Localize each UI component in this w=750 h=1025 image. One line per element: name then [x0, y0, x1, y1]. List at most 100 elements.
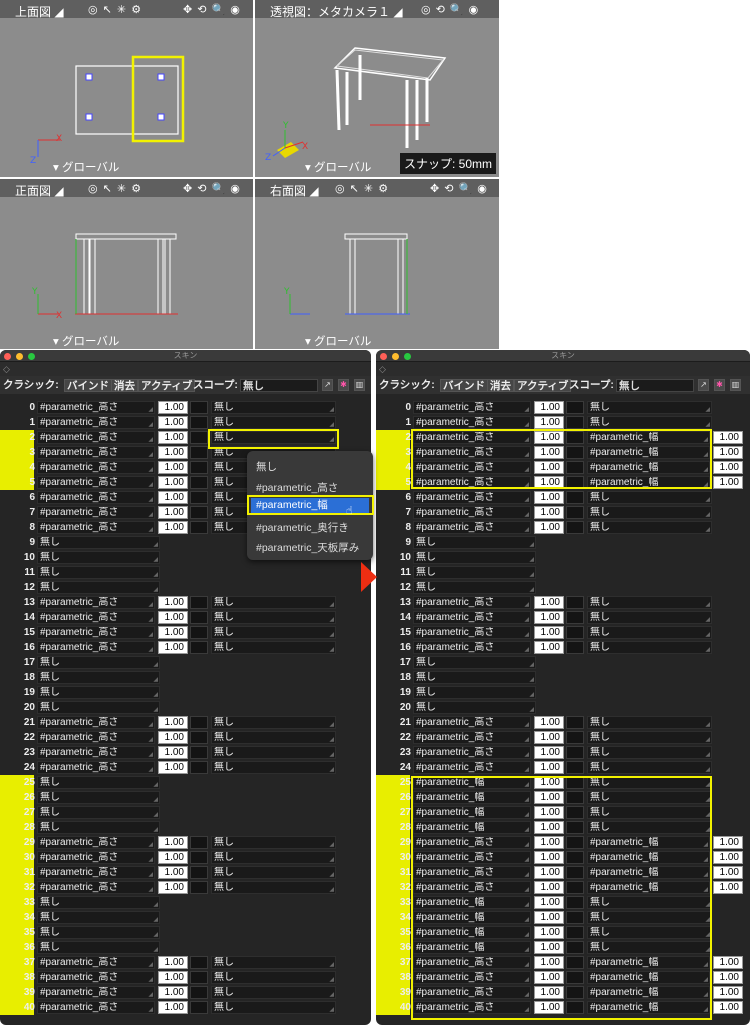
primary-bind-field[interactable]: #parametric_高さ ◢ [37, 971, 155, 984]
dropdown-item[interactable]: #parametric_高さ [256, 480, 338, 495]
secondary-weight-field[interactable]: 1.00 [713, 866, 743, 879]
weight-slider[interactable] [190, 506, 208, 519]
secondary-bind-field[interactable]: 無し ◢ [211, 866, 336, 879]
secondary-bind-field[interactable]: 無し ◢ [587, 596, 712, 609]
secondary-bind-field[interactable]: 無し ◢ [211, 716, 336, 729]
global-selector[interactable]: ▾ グローバル [53, 159, 119, 175]
secondary-bind-field[interactable]: 無し ◢ [211, 746, 336, 759]
secondary-weight-field[interactable]: 1.00 [713, 431, 743, 444]
weight-slider[interactable] [190, 866, 208, 879]
primary-bind-field[interactable]: 無し ◢ [37, 776, 160, 789]
secondary-weight-field[interactable]: 1.00 [713, 476, 743, 489]
primary-bind-field[interactable]: #parametric_高さ ◢ [37, 611, 155, 624]
primary-bind-field[interactable]: 無し ◢ [37, 806, 160, 819]
primary-bind-field[interactable]: #parametric_高さ ◢ [413, 746, 531, 759]
primary-weight-field[interactable]: 1.00 [534, 416, 564, 429]
secondary-bind-field[interactable]: 無し ◢ [211, 611, 336, 624]
primary-bind-field[interactable]: #parametric_高さ ◢ [37, 446, 155, 459]
weight-slider[interactable] [190, 416, 208, 429]
weight-slider[interactable] [190, 401, 208, 414]
primary-weight-field[interactable]: 1.00 [158, 746, 188, 759]
primary-weight-field[interactable]: 1.00 [158, 761, 188, 774]
secondary-weight-field[interactable]: 1.00 [713, 461, 743, 474]
scope-select[interactable]: 無し [616, 379, 694, 392]
secondary-bind-field[interactable]: 無し ◢ [211, 851, 336, 864]
weight-slider[interactable] [190, 476, 208, 489]
primary-bind-field[interactable]: 無し ◢ [37, 791, 160, 804]
secondary-bind-field[interactable]: 無し ◢ [587, 521, 712, 534]
primary-weight-field[interactable]: 1.00 [158, 431, 188, 444]
zoom-button[interactable] [404, 353, 411, 360]
primary-weight-field[interactable]: 1.00 [534, 506, 564, 519]
weight-slider[interactable] [190, 716, 208, 729]
weight-slider[interactable] [566, 641, 584, 654]
primary-weight-field[interactable]: 1.00 [534, 746, 564, 759]
global-selector[interactable]: ▾ グローバル [305, 333, 371, 349]
active-button[interactable]: アクティブ [138, 379, 196, 392]
primary-weight-field[interactable]: 1.00 [534, 716, 564, 729]
close-button[interactable] [380, 353, 387, 360]
weight-slider[interactable] [190, 986, 208, 999]
primary-bind-field[interactable]: #parametric_高さ ◢ [37, 956, 155, 969]
weight-slider[interactable] [566, 716, 584, 729]
sparkle-icon[interactable]: ✱ [338, 379, 349, 391]
primary-weight-field[interactable]: 1.00 [158, 866, 188, 879]
primary-bind-field[interactable]: #parametric_高さ ◢ [413, 731, 531, 744]
primary-weight-field[interactable]: 1.00 [534, 401, 564, 414]
primary-bind-field[interactable]: 無し ◢ [37, 941, 160, 954]
secondary-weight-field[interactable]: 1.00 [713, 986, 743, 999]
weight-slider[interactable] [566, 521, 584, 534]
trash-icon[interactable]: ▥ [354, 379, 365, 391]
weight-slider[interactable] [566, 506, 584, 519]
weight-slider[interactable] [190, 491, 208, 504]
secondary-bind-field[interactable]: 無し ◢ [211, 881, 336, 894]
primary-bind-field[interactable]: #parametric_高さ ◢ [413, 506, 531, 519]
primary-bind-field[interactable]: #parametric_高さ ◢ [37, 761, 155, 774]
secondary-weight-field[interactable]: 1.00 [713, 446, 743, 459]
primary-bind-field[interactable]: #parametric_高さ ◢ [37, 746, 155, 759]
weight-slider[interactable] [566, 731, 584, 744]
weight-slider[interactable] [190, 851, 208, 864]
minimize-button[interactable] [392, 353, 399, 360]
dropdown-item[interactable]: 無し [256, 459, 277, 474]
primary-bind-field[interactable]: 無し ◢ [413, 536, 536, 549]
primary-weight-field[interactable]: 1.00 [158, 731, 188, 744]
primary-bind-field[interactable]: #parametric_高さ ◢ [37, 881, 155, 894]
primary-bind-field[interactable]: #parametric_高さ ◢ [37, 521, 155, 534]
secondary-bind-field[interactable]: 無し ◢ [587, 716, 712, 729]
primary-weight-field[interactable]: 1.00 [158, 851, 188, 864]
panel-options-icon[interactable]: ◇ [0, 362, 371, 376]
viewport-perspective[interactable]: 透視図：メタカメラ１ ◢ ◎ ⟲ 🔍 ◉ Y X Z ▾ グローバル スナップ:… [255, 0, 499, 177]
primary-bind-field[interactable]: 無し ◢ [413, 656, 536, 669]
bind-button[interactable]: バインド [440, 379, 488, 392]
primary-weight-field[interactable]: 1.00 [158, 971, 188, 984]
primary-weight-field[interactable]: 1.00 [158, 626, 188, 639]
primary-bind-field[interactable]: #parametric_高さ ◢ [413, 401, 531, 414]
erase-button[interactable]: 消去 [111, 379, 138, 392]
primary-bind-field[interactable]: #parametric_高さ ◢ [37, 416, 155, 429]
primary-bind-field[interactable]: #parametric_高さ ◢ [37, 851, 155, 864]
primary-bind-field[interactable]: #parametric_高さ ◢ [37, 401, 155, 414]
trash-icon[interactable]: ▥ [730, 379, 741, 391]
primary-bind-field[interactable]: 無し ◢ [37, 701, 160, 714]
weight-slider[interactable] [190, 611, 208, 624]
primary-bind-field[interactable]: #parametric_高さ ◢ [413, 761, 531, 774]
primary-bind-field[interactable]: #parametric_高さ ◢ [37, 731, 155, 744]
primary-bind-field[interactable]: 無し ◢ [413, 581, 536, 594]
weight-slider[interactable] [190, 446, 208, 459]
primary-bind-field[interactable]: #parametric_高さ ◢ [37, 431, 155, 444]
primary-weight-field[interactable]: 1.00 [158, 401, 188, 414]
global-selector[interactable]: ▾ グローバル [305, 159, 371, 175]
viewport-top[interactable]: 上面図 ◢ ◎ ↖ ✳ ⚙ ✥ ⟲ 🔍 ◉ X Z ▾ グローバル [0, 0, 253, 177]
primary-weight-field[interactable]: 1.00 [534, 596, 564, 609]
primary-bind-field[interactable]: #parametric_高さ ◢ [37, 476, 155, 489]
secondary-bind-field[interactable]: 無し ◢ [587, 401, 712, 414]
primary-bind-field[interactable]: 無し ◢ [37, 821, 160, 834]
primary-weight-field[interactable]: 1.00 [158, 836, 188, 849]
secondary-bind-field[interactable]: 無し ◢ [587, 641, 712, 654]
pick-icon[interactable]: ↗ [698, 379, 709, 391]
primary-weight-field[interactable]: 1.00 [534, 491, 564, 504]
secondary-weight-field[interactable]: 1.00 [713, 851, 743, 864]
secondary-bind-field[interactable]: 無し ◢ [211, 641, 336, 654]
weight-slider[interactable] [190, 956, 208, 969]
